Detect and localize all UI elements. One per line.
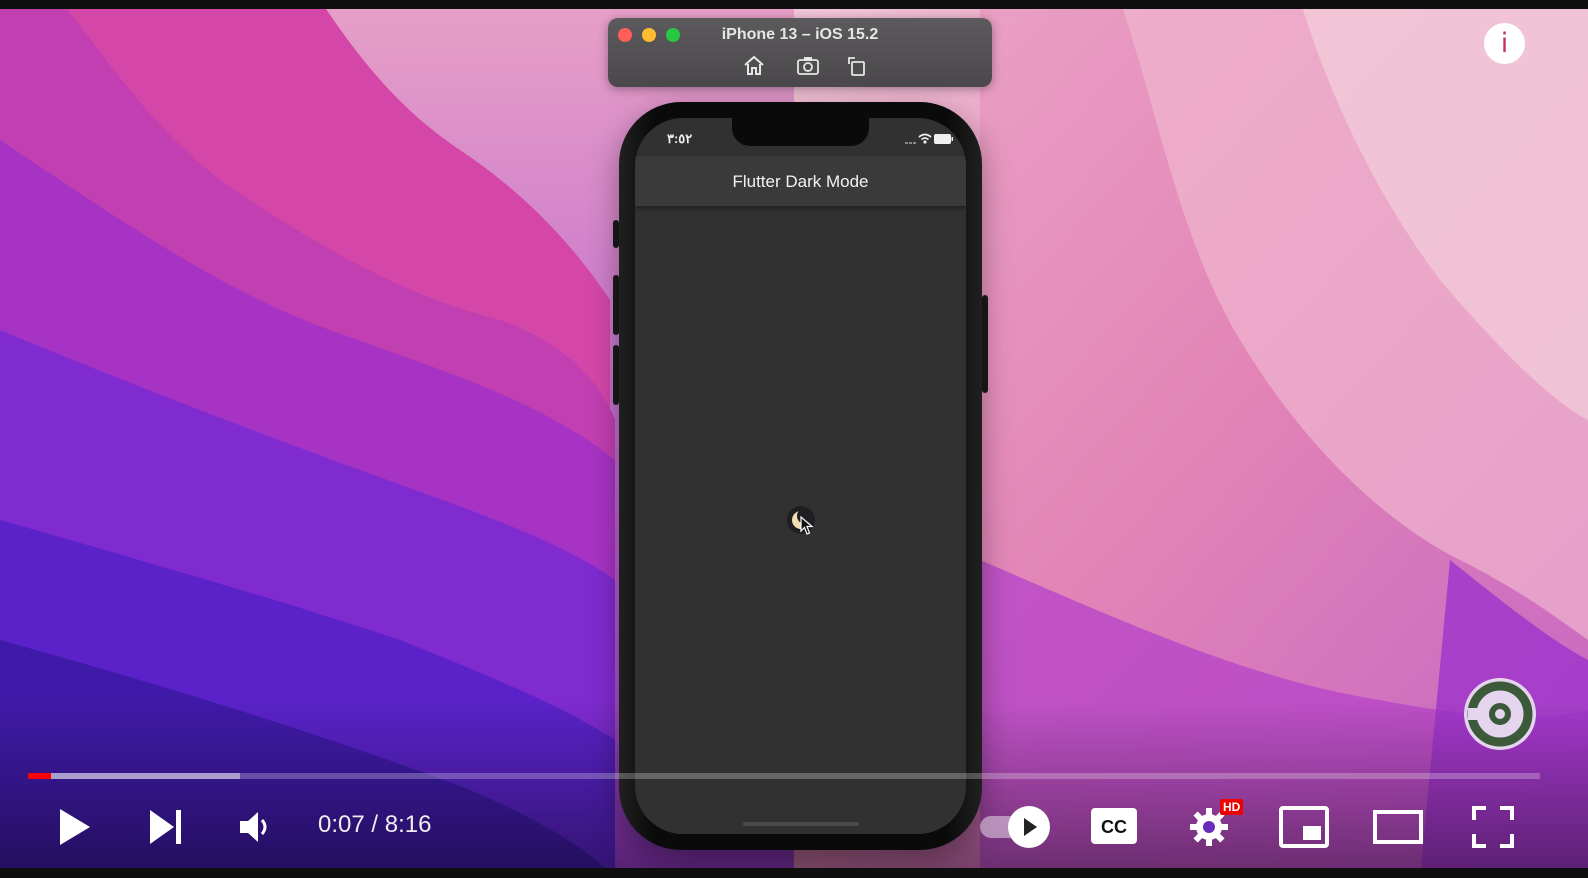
miniplayer-button[interactable] xyxy=(1279,806,1329,848)
home-icon[interactable] xyxy=(742,54,766,78)
volume-icon xyxy=(240,812,258,842)
status-icons xyxy=(905,133,953,144)
play-icon xyxy=(60,809,90,845)
duration: 8:16 xyxy=(384,811,432,838)
autoplay-toggle[interactable] xyxy=(980,806,1050,848)
bottom-bar xyxy=(0,868,1588,878)
play-button[interactable] xyxy=(56,806,94,848)
fullscreen-button[interactable] xyxy=(1472,806,1514,848)
hd-badge: HD xyxy=(1220,799,1244,815)
next-button[interactable] xyxy=(148,808,184,846)
theater-icon xyxy=(1373,810,1423,844)
app-title: Flutter Dark Mode xyxy=(732,172,869,191)
fullscreen-icon xyxy=(1472,806,1514,848)
theater-mode-button[interactable] xyxy=(1373,810,1423,844)
iphone-frame: ٣:٥٢ Flutter Dark Mode xyxy=(619,102,982,850)
progress-bar[interactable] xyxy=(28,773,1540,779)
info-card-button[interactable]: i xyxy=(1484,23,1525,64)
signal-icon xyxy=(905,142,916,144)
battery-icon xyxy=(934,134,953,144)
captions-button[interactable]: CC xyxy=(1091,808,1137,844)
top-bar xyxy=(0,0,1588,9)
status-time: ٣:٥٢ xyxy=(667,131,693,146)
simulator-window[interactable]: iPhone 13 – iOS 15.2 xyxy=(608,18,992,87)
autoplay-play-icon xyxy=(1024,818,1037,836)
time-separator: / xyxy=(371,811,379,838)
rotate-icon[interactable] xyxy=(845,54,869,78)
home-indicator xyxy=(743,822,859,826)
power-button xyxy=(982,295,988,393)
info-icon: i xyxy=(1500,28,1509,59)
time-display: 0:07 / 8:16 xyxy=(318,811,431,839)
played-bar xyxy=(28,773,51,779)
cc-label: CC xyxy=(1101,817,1127,837)
next-icon xyxy=(150,810,174,844)
volume-button[interactable] xyxy=(238,808,274,846)
phone-screen[interactable]: ٣:٥٢ Flutter Dark Mode xyxy=(635,118,966,834)
simulator-title: iPhone 13 – iOS 15.2 xyxy=(721,26,879,43)
screenshot-icon[interactable] xyxy=(796,54,820,78)
notch xyxy=(732,118,869,146)
wifi-icon xyxy=(918,133,932,144)
theme-toggle-button[interactable] xyxy=(787,506,815,535)
mouse-cursor-icon xyxy=(800,516,814,535)
channel-watermark-icon[interactable] xyxy=(1460,674,1540,754)
autoplay-knob xyxy=(1008,806,1050,848)
current-time: 0:07 xyxy=(318,811,365,838)
video-player[interactable]: iPhone 13 – iOS 15.2 ٣:٥٢ Flutter Dark M… xyxy=(0,0,1588,878)
buffered-bar xyxy=(28,773,240,779)
app-bar: Flutter Dark Mode xyxy=(635,156,966,206)
